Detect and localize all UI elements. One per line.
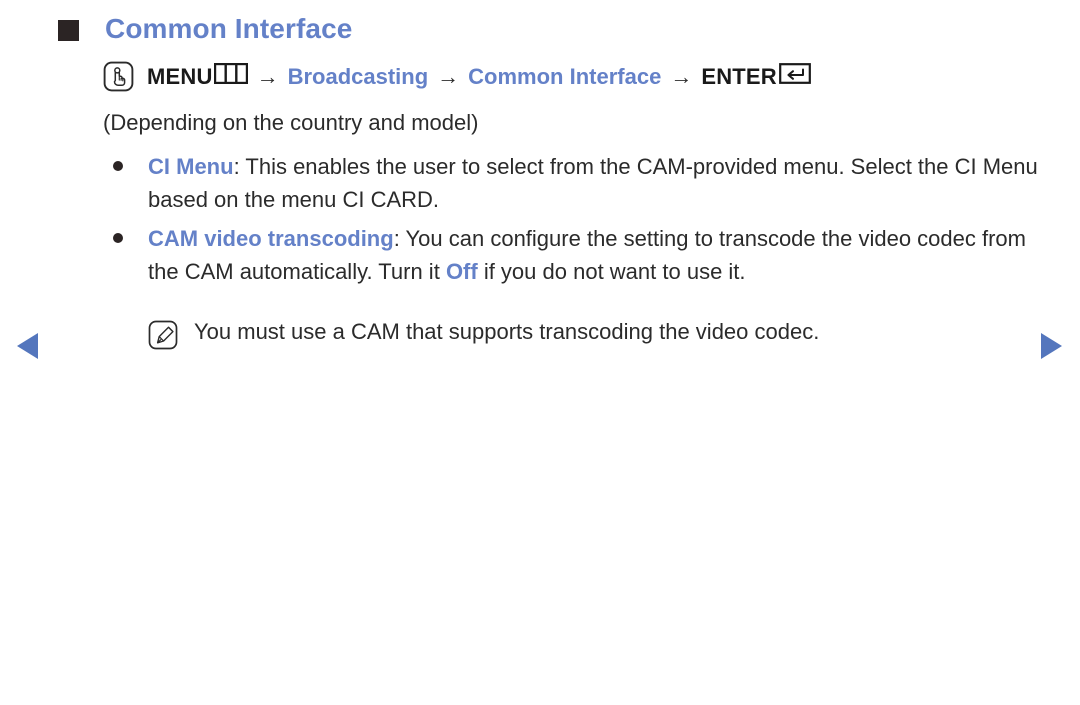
list-item-text: CI Menu: This enables the user to select… [103, 150, 1053, 216]
breadcrumb-item-broadcasting: Broadcasting [287, 63, 429, 89]
note-text: You must use a CAM that supports transco… [194, 319, 820, 344]
hand-touch-icon [103, 61, 134, 92]
country-model-note: (Depending on the country and model) [103, 110, 479, 135]
menu-bars-icon [213, 62, 248, 90]
enter-return-key-icon [778, 63, 811, 90]
list-item-inline-keyword: Off [445, 259, 478, 284]
list-item-separator: : [233, 154, 246, 179]
list-item-body: This enables the user to select from the… [148, 154, 1038, 212]
list-item-separator: : [393, 226, 406, 251]
bullet-dot-icon [113, 161, 123, 171]
list-item: CAM video transcoding: You can configure… [103, 222, 1053, 288]
list-item-keyword: CI Menu [148, 154, 234, 179]
triangle-left-icon[interactable] [17, 333, 38, 359]
breadcrumb-arrow-1: → [256, 63, 279, 89]
list-item-text: CAM video transcoding: You can configure… [103, 222, 1053, 288]
breadcrumb: MENU → Broadcasting → Common Interface →… [103, 61, 811, 92]
breadcrumb-arrow-2: → [437, 63, 460, 89]
breadcrumb-menu-label: MENU [147, 63, 213, 89]
heading-square-marker-icon [58, 20, 79, 41]
list-item-body-after: if you do not want to use it. [477, 259, 746, 284]
bullet-dot-icon [113, 233, 123, 243]
list-item-keyword: CAM video transcoding [148, 226, 394, 251]
list-item: CI Menu: This enables the user to select… [103, 150, 1053, 216]
page-heading: Common Interface [58, 13, 352, 45]
document-page: Common Interface MENU → Broadcasting → C… [0, 0, 1080, 705]
note-pencil-icon [148, 320, 178, 350]
breadcrumb-item-common-interface: Common Interface [468, 63, 662, 89]
breadcrumb-arrow-3: → [670, 63, 693, 89]
note-row: You must use a CAM that supports transco… [148, 319, 819, 350]
breadcrumb-enter-label: ENTER [701, 63, 777, 89]
page-title: Common Interface [105, 13, 353, 44]
triangle-right-icon[interactable] [1041, 333, 1062, 359]
